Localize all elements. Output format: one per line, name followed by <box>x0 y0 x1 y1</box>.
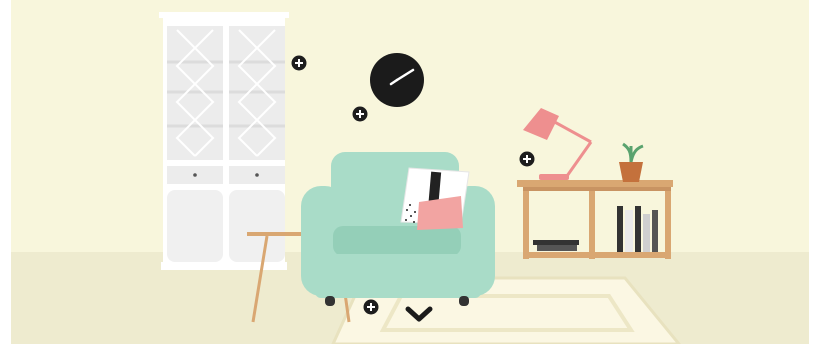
armchair-hotspot-plus-icon[interactable] <box>363 299 379 315</box>
wall-clock <box>370 53 424 107</box>
lamp-hotspot-plus-icon[interactable] <box>519 151 535 167</box>
cabinet-hotspot-plus-icon[interactable] <box>291 55 307 71</box>
display-cabinet <box>159 12 289 270</box>
pillows <box>400 167 470 230</box>
clock-hotspot-plus-icon[interactable] <box>352 106 368 122</box>
chevron-down-icon[interactable] <box>404 304 434 324</box>
living-room-scene <box>11 0 809 344</box>
